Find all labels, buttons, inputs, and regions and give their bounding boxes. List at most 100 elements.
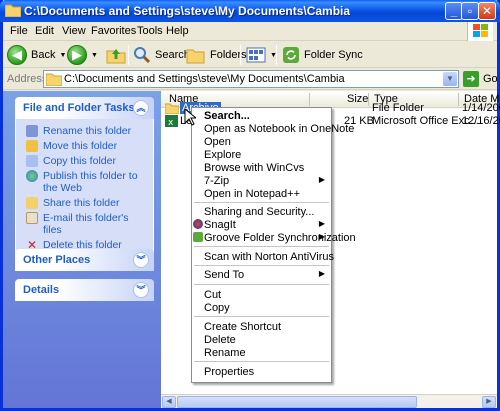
scroll-left-icon[interactable]: ◀	[162, 396, 176, 408]
ctx-explore[interactable]: Explore	[192, 149, 331, 161]
window-title: C:\Documents and Settings\steve\My Docum…	[24, 4, 351, 18]
file-date: 1/14/2007	[462, 102, 500, 114]
address-value: C:\Documents and Settings\steve\My Docum…	[64, 73, 345, 85]
go-label: Go	[483, 73, 498, 85]
back-arrow-icon: ◀	[7, 45, 27, 65]
chevron-down-icon[interactable]: ︾	[133, 252, 149, 268]
search-button[interactable]: Search	[133, 44, 190, 66]
chevron-up-icon[interactable]: ︽	[133, 100, 149, 116]
up-folder-icon	[106, 49, 126, 64]
share-icon	[26, 197, 38, 209]
views-button[interactable]: ▼	[246, 44, 277, 66]
go-button[interactable]: ➜ Go	[463, 71, 498, 87]
submenu-arrow-icon: ▶	[318, 232, 325, 241]
ctx-create-shortcut[interactable]: Create Shortcut	[192, 321, 331, 333]
address-bar: Address C:\Documents and Settings\steve\…	[3, 68, 498, 90]
ctx-snagit[interactable]: SnagIt ▶	[192, 219, 331, 231]
groove-sync-icon	[193, 232, 203, 242]
menu-view[interactable]: View	[62, 25, 86, 37]
submenu-arrow-icon: ▶	[318, 269, 325, 278]
folder-icon	[46, 73, 62, 86]
details-header[interactable]: Details ︾	[15, 279, 154, 301]
mouse-cursor-icon	[184, 108, 196, 126]
task-email-files[interactable]: E-mail this folder's files	[26, 212, 149, 236]
title-bar[interactable]: C:\Documents and Settings\steve\My Docum…	[0, 0, 500, 22]
ctx-open[interactable]: Open	[192, 136, 331, 148]
toolbar: ◀ Back ▼ ▶ ▼ Search Folders ▼ Folder Syn…	[3, 41, 497, 68]
ctx-copy[interactable]: Copy	[192, 302, 331, 314]
views-icon	[246, 47, 266, 63]
ctx-open-notepadpp[interactable]: Open in Notepad++	[192, 188, 331, 200]
address-input[interactable]: C:\Documents and Settings\steve\My Docum…	[43, 70, 459, 88]
menu-favorites[interactable]: Favorites	[91, 25, 136, 37]
task-copy-folder[interactable]: Copy this folder	[26, 155, 149, 167]
menu-help[interactable]: Help	[166, 25, 189, 37]
move-icon	[26, 140, 38, 152]
scrollbar-thumb[interactable]	[177, 396, 417, 408]
folders-button[interactable]: Folders	[186, 44, 247, 66]
ctx-open-onenote[interactable]: Open as Notebook in OneNote	[192, 123, 354, 135]
horizontal-scrollbar[interactable]: ◀ ▶	[161, 394, 497, 408]
task-pane: File and Folder Tasks ︽ Rename this fold…	[3, 91, 161, 408]
snagit-icon	[193, 219, 203, 229]
task-rename-folder[interactable]: Rename this folder	[26, 125, 149, 137]
search-label: Search	[155, 49, 190, 61]
up-folder-button[interactable]	[106, 44, 126, 66]
chevron-down-icon: ▼	[59, 51, 67, 59]
ctx-cut[interactable]: Cut	[192, 289, 331, 301]
ctx-send-to[interactable]: Send To ▶	[192, 269, 331, 281]
other-places-header[interactable]: Other Places ︾	[15, 249, 154, 271]
excel-file-icon: x	[165, 115, 178, 127]
address-dropdown-button[interactable]: ▼	[443, 72, 457, 86]
ctx-delete[interactable]: Delete	[192, 334, 331, 346]
rename-icon	[26, 125, 38, 137]
maximize-button[interactable]: ▫	[461, 2, 479, 20]
ctx-rename[interactable]: Rename	[192, 347, 331, 359]
svg-text:x: x	[168, 118, 174, 127]
windows-logo-icon	[467, 22, 493, 41]
email-icon	[26, 212, 38, 224]
file-folder-tasks-header[interactable]: File and Folder Tasks ︽	[15, 97, 154, 119]
ctx-scan-norton[interactable]: Scan with Norton AntiVirus	[192, 251, 334, 263]
file-folder-tasks-panel: File and Folder Tasks ︽ Rename this fold…	[15, 97, 154, 261]
menu-edit[interactable]: Edit	[35, 25, 54, 37]
forward-arrow-icon: ▶	[67, 45, 87, 65]
task-share-folder[interactable]: Share this folder	[26, 197, 149, 209]
task-publish-web[interactable]: Publish this folder to the Web	[26, 170, 149, 194]
folder-sync-button[interactable]: Folder Sync	[282, 44, 363, 66]
back-label: Back	[31, 49, 56, 61]
close-button[interactable]: ✕	[478, 2, 496, 20]
go-arrow-icon: ➜	[463, 71, 479, 87]
task-move-folder[interactable]: Move this folder	[26, 140, 149, 152]
forward-button[interactable]: ▶ ▼	[67, 44, 98, 66]
explorer-window: C:\Documents and Settings\steve\My Docum…	[0, 0, 500, 411]
menu-file[interactable]: File	[10, 25, 28, 37]
menu-tools[interactable]: Tools	[137, 25, 163, 37]
scroll-right-icon[interactable]: ▶	[482, 396, 496, 408]
context-menu: Search... Open as Notebook in OneNote Op…	[191, 107, 356, 383]
tasks-list: Rename this folder Move this folder Copy…	[15, 119, 154, 261]
file-date: 12/16/200	[462, 115, 500, 127]
folder-sync-label: Folder Sync	[304, 49, 363, 61]
ctx-7zip[interactable]: 7-Zip ▶	[192, 175, 331, 187]
ctx-properties[interactable]: Properties	[192, 366, 331, 378]
submenu-arrow-icon: ▶	[318, 219, 325, 228]
menu-bar: File Edit View Favorites Tools Help	[3, 22, 497, 41]
globe-icon	[26, 170, 38, 182]
search-icon	[134, 47, 151, 64]
folders-label: Folders	[210, 49, 247, 61]
ctx-search[interactable]: Search...	[192, 110, 331, 122]
other-places-panel: Other Places ︾	[15, 249, 154, 271]
ctx-sharing-security[interactable]: Sharing and Security...	[192, 206, 331, 218]
address-label: Address	[7, 73, 48, 85]
folder-icon	[5, 4, 21, 17]
chevron-down-icon[interactable]: ︾	[133, 282, 149, 298]
ctx-browse-wincvs[interactable]: Browse with WinCvs	[192, 162, 331, 174]
folder-icon	[165, 103, 179, 114]
copy-icon	[26, 155, 38, 167]
ctx-groove-sync[interactable]: Groove Folder Synchronization ▶	[192, 232, 356, 244]
chevron-down-icon: ▼	[91, 51, 98, 59]
file-type: File Folder	[372, 102, 424, 114]
panel-title: File and Folder Tasks	[23, 102, 135, 114]
back-button[interactable]: ◀ Back ▼	[7, 44, 66, 66]
